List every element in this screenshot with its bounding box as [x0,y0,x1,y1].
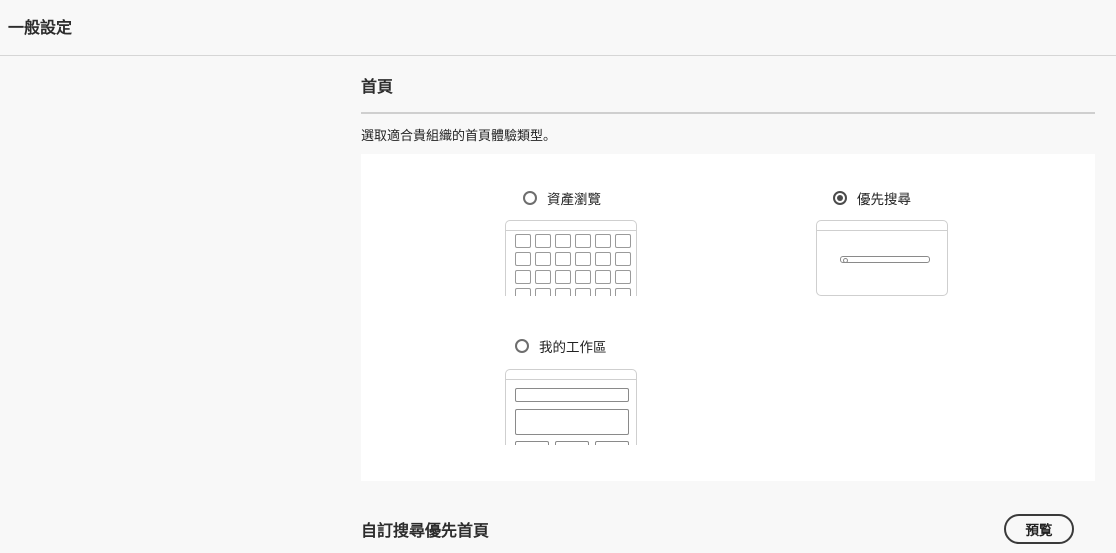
search-first-thumbnail-icon[interactable] [816,220,948,296]
radio-my-workspace[interactable] [515,339,529,353]
homepage-section-title: 首頁 [361,77,394,96]
asset-grid-cells [515,234,631,296]
preview-button[interactable]: 預覧 [1004,514,1074,544]
radio-asset-browsing[interactable] [523,191,537,205]
search-bar-icon [840,256,930,263]
homepage-options-panel: 資產瀏覽 優先搜尋 我的工作區 [361,154,1095,481]
option-search-first-label: 優先搜尋 [857,192,911,208]
top-bar: 一般設定 [0,0,1116,56]
page-title: 一般設定 [8,18,73,37]
radio-search-first[interactable] [833,191,847,205]
option-my-workspace[interactable]: 我的工作區 [515,336,607,356]
workspace-thumbnail-icon[interactable] [505,369,637,445]
section-divider [361,112,1095,114]
asset-grid-thumbnail-icon[interactable] [505,220,637,296]
option-search-first[interactable]: 優先搜尋 [833,188,911,208]
homepage-description: 選取適合貴組織的首頁體驗類型。 [361,129,557,144]
option-my-workspace-label: 我的工作區 [539,340,607,356]
option-asset-browsing-label: 資產瀏覽 [547,192,601,208]
option-asset-browsing[interactable]: 資產瀏覽 [523,188,601,208]
custom-search-first-title: 自訂搜尋優先首頁 [361,521,490,540]
